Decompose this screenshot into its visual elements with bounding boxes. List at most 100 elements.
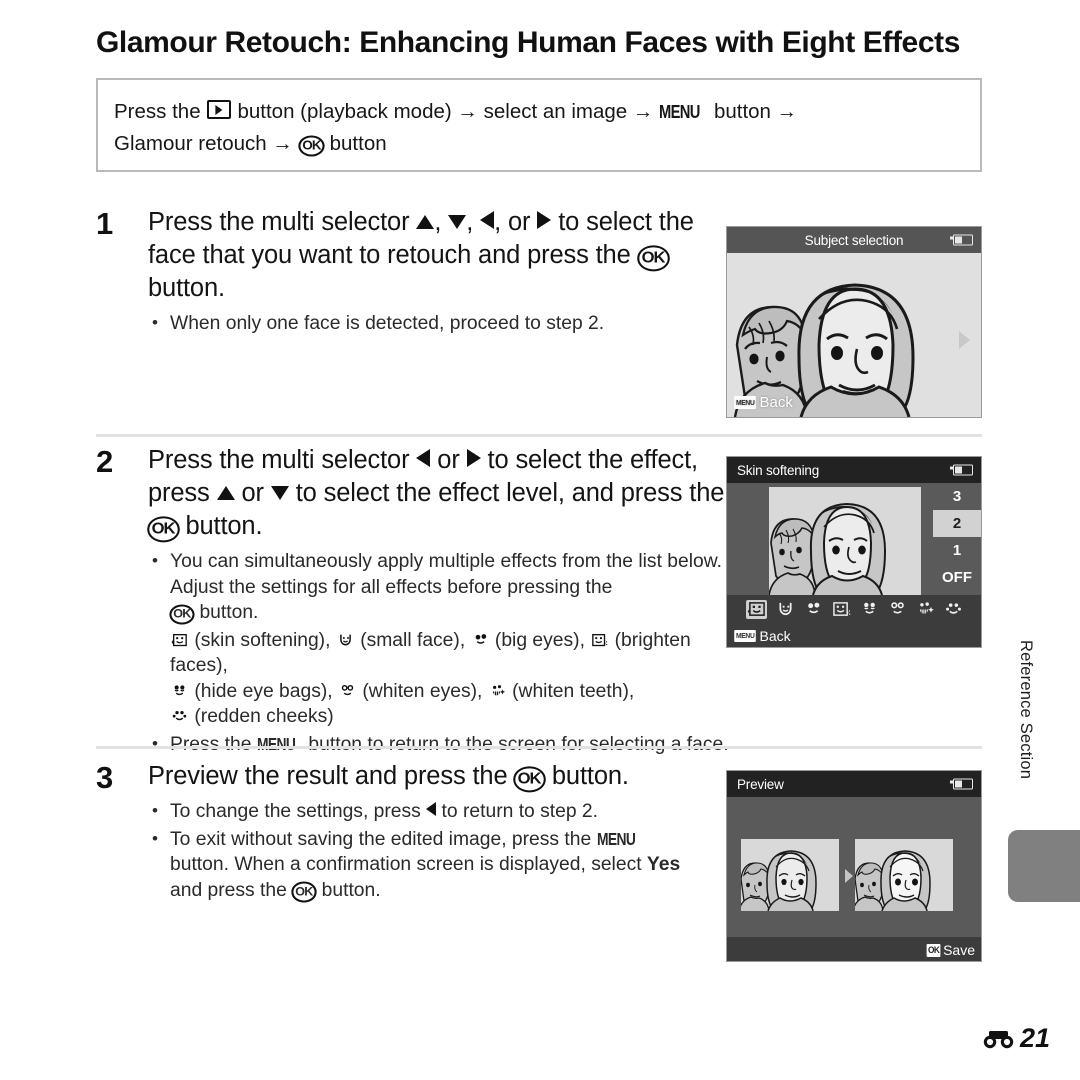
effect-label-7: (redden cheeks) bbox=[194, 706, 334, 727]
reference-section-icon bbox=[983, 1030, 1014, 1048]
toolbar-big-eyes-icon[interactable] bbox=[804, 601, 823, 618]
toolbar-brighten-faces-icon[interactable] bbox=[832, 601, 851, 618]
level-option-1[interactable]: 1 bbox=[933, 537, 981, 564]
ok-button-icon-5: OK bbox=[513, 766, 546, 793]
multi-selector-down-icon bbox=[448, 215, 467, 230]
step-2-bullets: You can simultaneously apply multiple ef… bbox=[148, 548, 736, 757]
effect-label-4: (hide eye bags), bbox=[194, 680, 333, 702]
whiten-teeth-icon-inline bbox=[492, 684, 505, 695]
skin-softening-icon-inline bbox=[171, 633, 187, 646]
path-line1-a: Press the bbox=[114, 100, 201, 123]
step-3-heading-a: Preview the result and press the bbox=[148, 762, 508, 790]
screen-skin-softening[interactable]: Skin softening 3 2 1 OFF MENU Back bbox=[726, 456, 982, 648]
preview-after-thumbnail bbox=[855, 839, 953, 911]
step-3-bullets: To change the settings, press to return … bbox=[148, 798, 736, 904]
step-3-bullet-2-b: button. When a confirmation screen is di… bbox=[170, 854, 642, 875]
step-1-bullet-1: When only one face is detected, proceed … bbox=[148, 310, 736, 337]
level-option-3[interactable]: 3 bbox=[933, 483, 981, 510]
multi-selector-up-icon-2 bbox=[216, 486, 235, 501]
screen1-titlebar: Subject selection bbox=[727, 227, 981, 253]
menu-chip-icon-1: MENU bbox=[734, 396, 757, 409]
path-line1-d: button bbox=[713, 100, 771, 123]
toolbar-hide-eye-bags-icon[interactable] bbox=[860, 601, 879, 618]
ok-chip-icon: OK bbox=[926, 943, 941, 957]
divider-1 bbox=[96, 434, 982, 437]
effect-label-5: (whiten eyes), bbox=[362, 680, 483, 702]
screen1-photo bbox=[727, 253, 981, 417]
effect-label-1: (small face), bbox=[360, 629, 466, 651]
section-tab-label: Reference Section bbox=[1017, 640, 1035, 780]
ok-button-icon-6: OK bbox=[291, 881, 317, 903]
multi-selector-up-icon bbox=[416, 215, 435, 230]
small-face-icon-inline bbox=[339, 634, 351, 645]
level-option-2[interactable]: 2 bbox=[933, 510, 981, 537]
screen3-footer: OK Save bbox=[727, 937, 981, 961]
menu-button-icon-1: MENU bbox=[659, 101, 700, 122]
page-number: 21 bbox=[982, 1023, 1050, 1054]
toolbar-whiten-teeth-icon[interactable] bbox=[916, 601, 935, 618]
ok-button-icon-1: OK bbox=[297, 135, 325, 157]
step-2: 2 Press the multi selector or to select … bbox=[96, 444, 736, 759]
page-title: Glamour Retouch: Enhancing Human Faces w… bbox=[96, 26, 960, 59]
screen-preview[interactable]: Preview OK Save bbox=[726, 770, 982, 962]
step-2-bullet-2-a: Press the bbox=[170, 733, 252, 755]
page-number-value: 21 bbox=[1019, 1023, 1050, 1053]
menu-button-icon-2: MENU bbox=[256, 733, 296, 754]
step-3-bullet-1-b: to return to step 2. bbox=[441, 801, 599, 822]
step-1-heading-f: button. bbox=[148, 274, 225, 302]
screen-subject-selection[interactable]: Subject selection MENU Back bbox=[726, 226, 982, 418]
battery-icon-2 bbox=[950, 464, 973, 476]
step-3-number: 3 bbox=[96, 760, 114, 795]
screen2-titlebar: Skin softening bbox=[727, 457, 981, 483]
chevron-right-icon[interactable] bbox=[959, 331, 970, 349]
screen3-save-button[interactable]: OK Save bbox=[926, 942, 975, 958]
step-2-heading-b: or bbox=[437, 446, 460, 474]
toolbar-skin-softening-icon[interactable] bbox=[745, 599, 767, 619]
step-3-heading: Preview the result and press the OK butt… bbox=[148, 760, 736, 793]
step-3: 3 Preview the result and press the OK bu… bbox=[96, 760, 736, 905]
ok-button-icon-4: OK bbox=[169, 604, 195, 625]
menu-button-icon-3: MENU bbox=[596, 828, 636, 849]
toolbar-redden-cheeks-icon[interactable] bbox=[944, 601, 963, 618]
step-3-bullet-1: To change the settings, press to return … bbox=[148, 798, 736, 825]
path-line2-a: Glamour retouch bbox=[114, 132, 267, 155]
step-2-bullet-1-text: You can simultaneously apply multiple ef… bbox=[170, 551, 722, 598]
step-2-heading-e: to select the effect level, and press th… bbox=[295, 479, 725, 507]
screen2-body: 3 2 1 OFF bbox=[727, 483, 981, 595]
multi-selector-right-icon bbox=[537, 211, 552, 230]
screen1-back-button[interactable]: MENU Back bbox=[733, 394, 793, 411]
level-option-off[interactable]: OFF bbox=[933, 564, 981, 591]
path-line2-b: button bbox=[329, 132, 387, 155]
step-3-heading-b: button. bbox=[551, 762, 629, 790]
step-1-heading-a: Press the multi selector bbox=[148, 208, 410, 236]
step-3-bullet-2-c: and press the bbox=[170, 879, 287, 901]
ok-button-icon-3: OK bbox=[147, 516, 180, 543]
effect-label-0: (skin softening), bbox=[194, 629, 331, 651]
screen1-back-label: Back bbox=[759, 394, 793, 411]
step-1-sep-2: , bbox=[466, 208, 474, 236]
path-line1-b: button (playback mode) bbox=[237, 100, 452, 123]
effect-toolbar[interactable] bbox=[727, 595, 981, 623]
effect-level-selector[interactable]: 3 2 1 OFF bbox=[933, 483, 981, 591]
step-2-bullet-1-text2: button. bbox=[199, 602, 259, 623]
step-2-heading-f: button. bbox=[185, 512, 263, 540]
step-1-sep-1: , bbox=[434, 208, 442, 236]
step-3-bullet-2: To exit without saving the edited image,… bbox=[148, 826, 736, 904]
divider-2 bbox=[96, 746, 982, 749]
step-1-number: 1 bbox=[96, 206, 114, 241]
screen3-body bbox=[727, 797, 981, 937]
effect-label-6: (whiten teeth), bbox=[512, 680, 635, 702]
screen2-photo bbox=[769, 487, 921, 595]
toolbar-small-face-icon[interactable] bbox=[776, 601, 795, 618]
arrow-right-icon-4: → bbox=[272, 132, 293, 155]
menu-path-text: Press the button (playback mode) → selec… bbox=[114, 96, 966, 160]
screen2-back-button[interactable]: MENU Back bbox=[733, 628, 791, 644]
step-2-heading-d: or bbox=[241, 479, 264, 507]
screen2-title: Skin softening bbox=[737, 462, 820, 478]
toolbar-whiten-eyes-icon[interactable] bbox=[888, 601, 907, 618]
step-1-bullets: When only one face is detected, proceed … bbox=[148, 310, 736, 337]
screen2-footer: MENU Back bbox=[727, 623, 981, 647]
menu-path-box: Press the button (playback mode) → selec… bbox=[96, 78, 982, 172]
screen1-body: MENU Back bbox=[727, 253, 981, 417]
multi-selector-right-icon-2 bbox=[466, 449, 481, 468]
